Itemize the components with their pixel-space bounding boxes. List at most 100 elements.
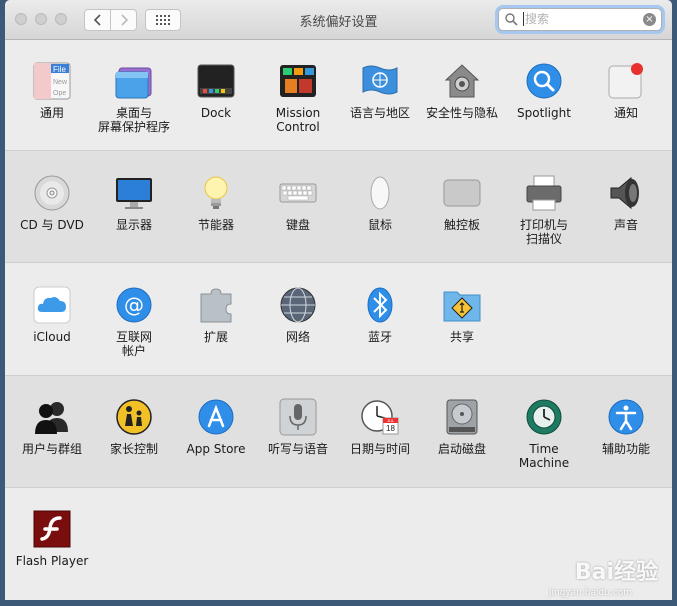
pref-label: 节能器 — [197, 218, 234, 232]
pref-label: 辅助功能 — [601, 442, 650, 456]
puzzle-piece-icon — [200, 288, 232, 323]
general-icon: File New Ope — [33, 62, 71, 100]
globe-icon — [280, 287, 316, 323]
pref-label: 蓝牙 — [367, 330, 392, 344]
pref-desktop-screensaver[interactable]: 桌面与 屏幕保护程序 — [93, 62, 175, 134]
pref-users-groups[interactable]: 用户与群组 — [11, 398, 93, 456]
general-new-text: New — [53, 79, 68, 86]
pref-mission-control[interactable]: Mission Control — [257, 62, 339, 134]
pref-parental-controls[interactable]: 家长控制 — [93, 398, 175, 456]
pref-energy-saver[interactable]: 节能器 — [175, 174, 257, 232]
pref-language-region[interactable]: 语言与地区 — [339, 62, 421, 120]
pref-accessibility[interactable]: 辅助功能 — [585, 398, 667, 456]
magnifier-icon — [526, 63, 562, 99]
close-window-button[interactable] — [15, 13, 27, 25]
pref-bluetooth[interactable]: 蓝牙 — [339, 286, 421, 344]
app-store-icon — [198, 399, 234, 435]
hard-disk-icon — [446, 399, 478, 435]
title-bar: 系统偏好设置 搜索 × — [5, 0, 672, 40]
pref-mouse[interactable]: 鼠标 — [339, 174, 421, 232]
parental-controls-icon — [116, 399, 152, 435]
mouse-icon — [370, 176, 390, 210]
pref-label: Dock — [200, 106, 232, 120]
notifications-icon — [608, 63, 643, 99]
pref-label: 打印机与 扫描仪 — [519, 218, 568, 246]
pref-extensions[interactable]: 扩展 — [175, 286, 257, 344]
search-icon — [505, 13, 518, 26]
pref-date-time[interactable]: JUL 18 日期与时间 — [339, 398, 421, 456]
pref-sharing[interactable]: 共享 — [421, 286, 503, 344]
forward-button[interactable] — [110, 10, 136, 30]
pref-app-store[interactable]: App Store — [175, 398, 257, 456]
house-lock-icon — [444, 64, 480, 98]
pref-label: 显示器 — [115, 218, 152, 232]
search-input[interactable]: 搜索 — [523, 12, 549, 26]
general-file-text: File — [53, 65, 66, 74]
search-field[interactable]: 搜索 × — [498, 8, 662, 31]
pref-label: 鼠标 — [367, 218, 392, 232]
back-button[interactable] — [85, 10, 110, 30]
pref-security-privacy[interactable]: 安全性与隐私 — [421, 62, 503, 120]
pref-label: 家长控制 — [109, 442, 158, 456]
pref-label: 扩展 — [203, 330, 228, 344]
pref-label: 日期与时间 — [349, 442, 410, 456]
calendar-day-text: 18 — [386, 424, 395, 433]
printer-icon — [526, 175, 562, 211]
pref-label: App Store — [186, 442, 246, 456]
pref-label: 声音 — [613, 218, 638, 232]
pref-spotlight[interactable]: Spotlight — [503, 62, 585, 120]
pref-label: Spotlight — [517, 106, 571, 120]
at-sign-icon: @ — [116, 287, 152, 323]
pref-cd-dvd[interactable]: CD 与 DVD — [11, 174, 93, 232]
pref-label: 互联网 帐户 — [115, 330, 152, 358]
pref-dock[interactable]: Dock — [175, 62, 257, 120]
show-all-button[interactable] — [145, 9, 181, 31]
system-preferences-window: 系统偏好设置 搜索 × File New Ope 通用 桌面与 屏幕保护程序 D… — [5, 0, 672, 600]
watermark-url: jingyan.baidu.com — [548, 588, 632, 598]
disc-icon — [34, 175, 70, 211]
accessibility-icon — [608, 399, 644, 435]
flash-player-icon — [33, 510, 71, 548]
sharing-folder-icon — [443, 291, 481, 322]
cloud-icon — [33, 286, 71, 324]
pref-label: Flash Player — [15, 554, 89, 568]
pref-dictation-speech[interactable]: 听写与语音 — [257, 398, 339, 456]
clear-search-icon[interactable]: × — [643, 13, 656, 26]
grid-icon — [156, 15, 170, 25]
pref-label: Time Machine — [518, 442, 570, 470]
pref-label: iCloud — [33, 330, 71, 344]
pref-label: 共享 — [449, 330, 474, 344]
general-open-text: Ope — [53, 90, 66, 97]
microphone-icon — [279, 398, 317, 436]
pref-trackpad[interactable]: 触控板 — [421, 174, 503, 232]
pref-label: 语言与地区 — [349, 106, 410, 120]
pref-sound[interactable]: 声音 — [585, 174, 667, 232]
pref-startup-disk[interactable]: 启动磁盘 — [421, 398, 503, 456]
pref-time-machine[interactable]: Time Machine — [503, 398, 585, 470]
keyboard-icon — [279, 183, 317, 203]
time-machine-icon — [526, 399, 562, 435]
pref-network[interactable]: 网络 — [257, 286, 339, 344]
pref-notifications[interactable]: 通知 — [585, 62, 667, 120]
navigation-buttons — [84, 9, 137, 31]
flag-icon — [362, 65, 398, 95]
pref-keyboard[interactable]: 键盘 — [257, 174, 339, 232]
pref-label: 桌面与 屏幕保护程序 — [97, 106, 170, 134]
users-icon — [35, 402, 68, 434]
pref-general[interactable]: File New Ope 通用 — [11, 62, 93, 120]
section-other — [5, 488, 672, 600]
pref-flash-player[interactable]: Flash Player — [11, 510, 93, 568]
pref-label: 通知 — [613, 106, 638, 120]
pref-internet-accounts[interactable]: @ 互联网 帐户 — [93, 286, 175, 358]
pref-printers-scanners[interactable]: 打印机与 扫描仪 — [503, 174, 585, 246]
pref-label: 网络 — [285, 330, 310, 344]
pref-icloud[interactable]: iCloud — [11, 286, 93, 344]
pref-displays[interactable]: 显示器 — [93, 174, 175, 232]
bluetooth-icon — [367, 287, 393, 323]
pref-label: 安全性与隐私 — [425, 106, 498, 120]
pref-label: CD 与 DVD — [20, 218, 84, 232]
pref-label: 通用 — [39, 106, 64, 120]
zoom-window-button[interactable] — [55, 13, 67, 25]
trackpad-icon — [443, 179, 481, 207]
minimize-window-button[interactable] — [35, 13, 47, 25]
